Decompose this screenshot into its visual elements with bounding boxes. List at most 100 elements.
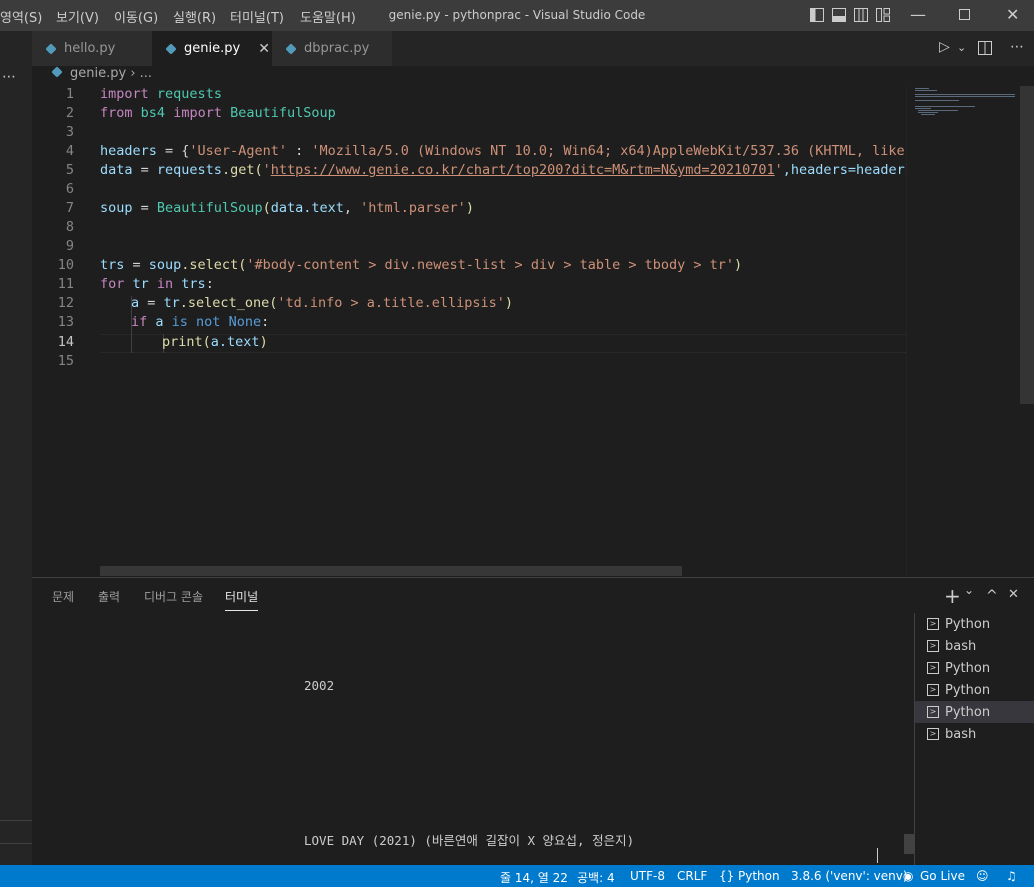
variable: tr	[124, 276, 157, 292]
run-icon[interactable]: ▷	[939, 39, 950, 55]
paren: (	[202, 334, 211, 350]
add-terminal-icon[interactable]: +	[944, 584, 961, 608]
minimap[interactable]	[906, 86, 1021, 576]
chevron-down-icon[interactable]: ⌄	[964, 583, 974, 597]
editor-vertical-scrollbar[interactable]	[1020, 86, 1034, 576]
tab-output[interactable]: 출력	[98, 588, 120, 605]
tab-debug-console[interactable]: 디버그 콘솔	[144, 588, 203, 605]
tab-genie[interactable]: genie.py ✕	[152, 31, 272, 66]
tab-problems[interactable]: 문제	[52, 588, 74, 605]
python-file-icon	[51, 66, 63, 78]
breadcrumb-more[interactable]: ...	[140, 66, 152, 81]
terminal-icon: >	[927, 640, 939, 652]
module-name: bs4	[140, 105, 166, 121]
python-interpreter[interactable]: 3.8.6 ('venv': venv)	[791, 869, 908, 883]
close-icon[interactable]: ✕	[258, 41, 270, 57]
terminal-item[interactable]: > Python	[915, 679, 1034, 701]
status-bar: 줄 14, 열 22 공백: 4 UTF-8 CRLF {} Python 3.…	[0, 865, 1034, 887]
terminal-list: > Python > bash > Python > Python > Python > b…	[914, 613, 1034, 866]
editor-horizontal-scrollbar[interactable]	[100, 566, 682, 576]
line-number: 15	[57, 353, 74, 369]
terminal-item[interactable]: > Python	[915, 701, 1034, 723]
url-link[interactable]: https://www.genie.co.kr/chart/top200?dit…	[271, 162, 775, 178]
braces-icon: {}	[719, 869, 735, 883]
breadcrumb-file[interactable]: genie.py	[70, 66, 126, 81]
terminal-scrollbar-thumb[interactable]	[904, 834, 914, 854]
minimap-line	[915, 96, 1015, 97]
terminal-icon: >	[927, 618, 939, 630]
language-mode[interactable]: Python	[738, 869, 780, 883]
more-actions-icon[interactable]: ⋯	[1010, 39, 1024, 55]
operator: =	[132, 200, 157, 216]
python-file-icon	[165, 42, 177, 55]
string: 'html.parser'	[360, 200, 466, 216]
keyword: from	[100, 105, 133, 121]
cursor-position[interactable]: 줄 14, 열 22	[500, 869, 568, 886]
keyword: if	[131, 314, 148, 330]
tab-dbprac[interactable]: dbprac.py	[272, 31, 392, 66]
minimap-line	[918, 110, 958, 111]
line-number: 4	[65, 143, 74, 159]
paren: )	[259, 334, 268, 350]
line-number: 11	[57, 276, 74, 292]
bell-icon[interactable]: ♫	[1006, 869, 1017, 883]
variable: headers	[100, 143, 157, 159]
breadcrumb: genie.py › ...	[32, 66, 1034, 86]
more-icon[interactable]: ⋯	[2, 69, 16, 85]
operator: :	[261, 314, 270, 330]
scrollbar-thumb[interactable]	[1020, 86, 1034, 404]
function-call: .get	[221, 162, 255, 178]
operator: =	[124, 257, 149, 273]
terminal-icon: >	[927, 706, 939, 718]
tab-hello[interactable]: hello.py	[32, 31, 152, 66]
encoding[interactable]: UTF-8	[630, 869, 665, 883]
line-number: 1	[65, 86, 74, 102]
line-number: 12	[57, 295, 74, 311]
toggle-panel-icon[interactable]	[832, 8, 846, 22]
indentation[interactable]: 공백: 4	[577, 869, 615, 886]
python-file-icon	[285, 42, 297, 55]
class-name: BeautifulSoup	[156, 200, 263, 216]
keyword: None	[228, 314, 262, 330]
minimap-line	[918, 112, 938, 113]
activity-bar: ⋯	[0, 31, 32, 865]
terminal-icon: >	[927, 728, 939, 740]
terminal-item[interactable]: > Python	[915, 613, 1034, 635]
minimap-line	[921, 114, 935, 115]
split-editor-icon[interactable]	[978, 41, 992, 55]
terminal-item[interactable]: > bash	[915, 723, 1034, 745]
toggle-secondary-sidebar-icon[interactable]	[854, 8, 868, 22]
divider	[0, 843, 32, 844]
maximize-icon[interactable]	[958, 8, 972, 22]
variable: requests	[156, 162, 222, 178]
paren: )	[504, 295, 514, 311]
terminal-icon: >	[927, 662, 939, 674]
end-of-line[interactable]: CRLF	[677, 869, 707, 883]
operator: :	[205, 276, 214, 292]
toggle-sidebar-icon[interactable]	[810, 8, 824, 22]
minimap-line	[915, 106, 975, 107]
feedback-icon[interactable]: ☺	[976, 869, 989, 883]
minimap-line	[915, 100, 959, 101]
variable: trs	[100, 257, 125, 273]
customize-layout-icon[interactable]	[876, 8, 890, 22]
terminal-output-line: LOVE DAY (2021) (바른연애 길잡이 X 양요섭, 정은지)	[304, 833, 635, 848]
line-number: 2	[65, 105, 74, 121]
close-panel-icon[interactable]: ✕	[1008, 587, 1019, 602]
go-live-button[interactable]: Go Live	[920, 869, 965, 883]
variable: data	[100, 162, 133, 178]
terminal-label: Python	[945, 660, 991, 676]
close-window-icon[interactable]: ✕	[1006, 5, 1019, 24]
line-number: 10	[57, 257, 74, 273]
keyword: in	[156, 276, 174, 292]
tab-terminal[interactable]: 터미널	[225, 588, 259, 611]
terminal-item[interactable]: > Python	[915, 657, 1034, 679]
code-editor[interactable]: 1 import requests 2 from bs4 import Beauti…	[32, 86, 954, 576]
chevron-down-icon[interactable]: ⌄	[957, 41, 966, 54]
minimize-icon[interactable]: —	[910, 5, 926, 24]
minimap-line	[915, 88, 929, 89]
tab-label: dbprac.py	[304, 41, 370, 56]
string: 'Mozilla/5.0 (Windows NT 10.0; Win64; x6…	[311, 143, 954, 159]
maximize-panel-icon[interactable]: ^	[986, 588, 998, 604]
terminal-item[interactable]: > bash	[915, 635, 1034, 657]
